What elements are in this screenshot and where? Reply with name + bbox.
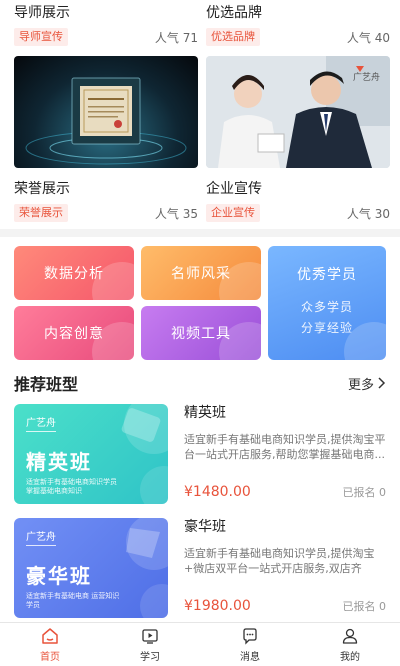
course-description: 适宜新手有基础电商知识学员,提供淘宝+微店双平台一站式开店服务,双店齐开,... (184, 547, 375, 575)
tile-label: 视频工具 (171, 326, 231, 342)
play-icon (142, 628, 158, 644)
section-title: 推荐班型 (14, 375, 79, 394)
card-popularity: 人气 35 (154, 206, 198, 221)
cover-brand: 广艺舟 (26, 528, 56, 546)
course-price: ¥1480.00 (184, 484, 251, 500)
tile-sub-label: 众多学员 (300, 300, 353, 314)
video-tools-tile[interactable]: 视频工具 (141, 306, 261, 360)
course-cover: 广艺舟 豪华班 适宜新手有基础电商 运营知识学员 (14, 518, 168, 618)
home-icon (42, 627, 58, 644)
course-description: 适宜新手有基础电商知识学员,提供淘宝平台一站式开店服务,帮助您掌握基础电商... (184, 433, 386, 461)
card-tag: 导师宣传 (14, 28, 68, 46)
card-title: 企业宣传 (206, 181, 262, 197)
card-title: 优选品牌 (206, 5, 262, 21)
tile-sub-label: 分享经验 (300, 321, 353, 335)
card-enterprise-info[interactable]: 企业宣传 企业宣传 人气 30 (206, 180, 390, 222)
course-enrolled-count: 已报名 0 (342, 600, 387, 613)
tab-messages[interactable]: 消息 (200, 623, 300, 666)
more-link[interactable]: 更多 (348, 374, 386, 393)
bottom-tab-bar: 首页 学习 消息 我的 (0, 622, 400, 666)
course-name: 豪华班 (184, 519, 226, 535)
tile-label: 数据分析 (44, 266, 104, 282)
cover-brand: 广艺舟 (26, 414, 56, 432)
card-brand-info[interactable]: 优选品牌 优选品牌 人气 40 (206, 4, 390, 46)
card-honor-info[interactable]: 荣誉展示 荣誉展示 人气 35 (14, 180, 198, 222)
tile-label: 名师风采 (171, 266, 231, 282)
card-tag: 企业宣传 (206, 204, 260, 222)
course-enrolled-count: 已报名 0 (342, 486, 387, 499)
certificate-illustration (25, 77, 187, 165)
tab-label: 消息 (240, 651, 260, 663)
card-tag: 优选品牌 (206, 28, 260, 46)
tab-label: 首页 (40, 651, 60, 663)
data-analysis-tile[interactable]: 数据分析 (14, 246, 134, 300)
user-icon (342, 628, 358, 644)
cover-description: 适宜新手有基础电商知识学员 掌握基础电商知识 (26, 478, 117, 495)
tab-profile[interactable]: 我的 (300, 623, 400, 666)
card-mentor-info[interactable]: 导师展示 导师宣传 人气 71 (14, 4, 198, 46)
brand-watermark: 广艺舟 (352, 73, 380, 83)
excellent-students-tile[interactable]: 优秀学员 众多学员 分享经验 (268, 246, 386, 360)
tab-home[interactable]: 首页 (0, 623, 100, 666)
honor-thumbnail[interactable] (14, 56, 198, 168)
tile-label: 内容创意 (44, 326, 104, 342)
tab-label: 我的 (340, 651, 360, 663)
tab-study[interactable]: 学习 (100, 623, 200, 666)
content-creative-tile[interactable]: 内容创意 (14, 306, 134, 360)
chat-icon (243, 627, 257, 645)
tab-label: 学习 (140, 651, 160, 663)
more-label: 更多 (347, 377, 374, 393)
enterprise-thumbnail[interactable]: 广艺舟 (206, 56, 390, 168)
course-cover: 广艺舟 精英班 适宜新手有基础电商知识学员 掌握基础电商知识 (14, 404, 168, 504)
course-name: 精英班 (184, 405, 226, 421)
teacher-style-tile[interactable]: 名师风采 (141, 246, 261, 300)
card-title: 导师展示 (14, 5, 70, 21)
app-page: 导师展示 导师宣传 人气 71 优选品牌 优选品牌 人气 40 广艺舟 荣誉展示… (0, 0, 400, 666)
course-card-elite[interactable]: 广艺舟 精英班 适宜新手有基础电商知识学员 掌握基础电商知识 精英班 适宜新手有… (14, 404, 386, 508)
cover-description: 适宜新手有基础电商 运营知识学员 (26, 592, 120, 609)
card-popularity: 人气 40 (346, 30, 390, 45)
cover-title: 精英班 (26, 450, 92, 474)
course-price: ¥1980.00 (184, 598, 251, 614)
card-title: 荣誉展示 (14, 181, 70, 197)
course-card-luxury[interactable]: 广艺舟 豪华班 适宜新手有基础电商 运营知识学员 豪华班 适宜新手有基础电商知识… (14, 518, 386, 622)
card-popularity: 人气 30 (346, 206, 390, 221)
section-divider (0, 229, 400, 237)
tile-label: 优秀学员 (297, 267, 357, 283)
card-tag: 荣誉展示 (14, 204, 68, 222)
recommended-section-header: 推荐班型 更多 (14, 372, 386, 394)
chevron-right-icon (378, 377, 386, 389)
cover-title: 豪华班 (26, 564, 92, 588)
card-popularity: 人气 71 (154, 30, 198, 45)
